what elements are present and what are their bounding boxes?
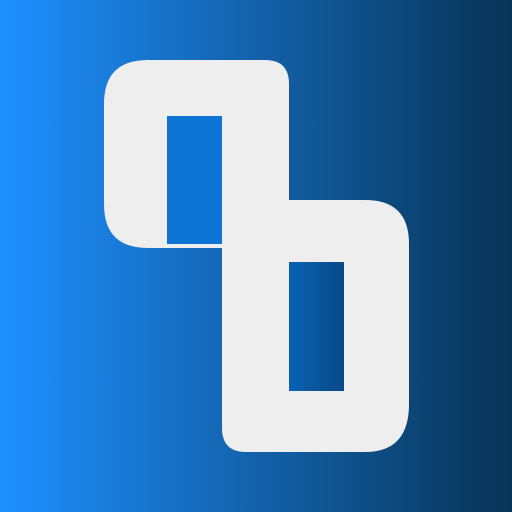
q-counter bbox=[167, 116, 222, 244]
app-icon bbox=[0, 0, 512, 512]
qb-logo-icon bbox=[104, 60, 409, 452]
b-counter bbox=[289, 262, 344, 391]
